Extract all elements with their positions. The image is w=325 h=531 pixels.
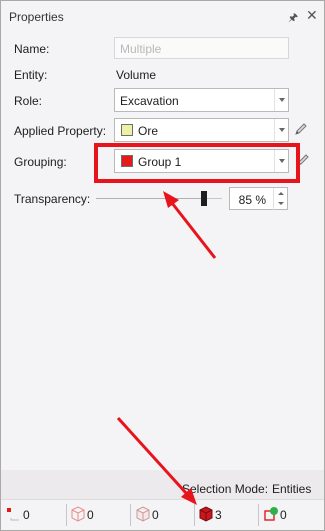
transparency-slider-thumb[interactable] bbox=[201, 191, 207, 206]
group-node-icon bbox=[264, 507, 278, 521]
transparency-value: 85 % bbox=[238, 193, 266, 207]
grouping-label: Grouping: bbox=[14, 155, 67, 169]
status-separator bbox=[66, 504, 67, 526]
entity-label: Entity: bbox=[14, 68, 48, 82]
face-icon bbox=[136, 506, 150, 522]
volume-count-item[interactable]: 3 bbox=[197, 500, 255, 530]
spin-down-icon[interactable] bbox=[273, 199, 287, 210]
title-bar: Properties 🖈 ✕ bbox=[1, 1, 324, 31]
applied-property-dropdown[interactable]: Ore bbox=[114, 118, 289, 142]
status-bar: 0 0 0 3 0 bbox=[1, 499, 324, 530]
role-value: Excavation bbox=[120, 94, 179, 108]
status-separator bbox=[130, 504, 131, 526]
chevron-down-icon[interactable] bbox=[274, 89, 288, 111]
properties-panel: Properties 🖈 ✕ bbox=[0, 0, 325, 531]
volume-icon bbox=[199, 506, 213, 522]
highlight-box bbox=[94, 143, 300, 183]
transparency-spinbox[interactable]: 85 % bbox=[229, 187, 288, 210]
vertex-count: 0 bbox=[23, 508, 30, 522]
selection-mode-label: Selection Mode: bbox=[182, 482, 269, 496]
other-count: 0 bbox=[280, 508, 287, 522]
entity-value: Volume bbox=[116, 68, 157, 82]
edit-pencil-icon[interactable] bbox=[293, 121, 309, 137]
selection-mode-value: Entities bbox=[272, 482, 312, 496]
other-count-item[interactable]: 0 bbox=[262, 500, 320, 530]
transparency-slider-fill bbox=[96, 198, 204, 199]
status-separator bbox=[194, 504, 195, 526]
status-separator bbox=[258, 504, 259, 526]
role-label: Role: bbox=[14, 94, 43, 108]
face-count: 0 bbox=[152, 508, 159, 522]
edge-icon bbox=[71, 506, 85, 522]
edge-count-item[interactable]: 0 bbox=[69, 500, 129, 530]
pin-icon[interactable]: 🖈 bbox=[288, 9, 298, 28]
name-field[interactable]: Multiple bbox=[114, 37, 289, 59]
close-icon[interactable]: ✕ bbox=[306, 7, 318, 24]
name-label: Name: bbox=[14, 42, 50, 56]
chevron-down-icon[interactable] bbox=[274, 119, 288, 141]
volume-count: 3 bbox=[215, 508, 222, 522]
role-dropdown[interactable]: Excavation bbox=[114, 88, 289, 112]
vertex-count-item[interactable]: 0 bbox=[5, 500, 63, 530]
panel-title: Properties bbox=[9, 10, 64, 24]
transparency-label: Transparency: bbox=[14, 192, 91, 206]
edge-count: 0 bbox=[87, 508, 94, 522]
face-count-item[interactable]: 0 bbox=[134, 500, 192, 530]
spin-up-icon[interactable] bbox=[273, 188, 287, 199]
ore-color-swatch bbox=[121, 124, 133, 136]
vertex-icon bbox=[7, 508, 19, 521]
name-placeholder: Multiple bbox=[120, 42, 162, 56]
applied-property-value: Ore bbox=[138, 124, 159, 138]
applied-property-label: Applied Property: bbox=[14, 124, 107, 138]
